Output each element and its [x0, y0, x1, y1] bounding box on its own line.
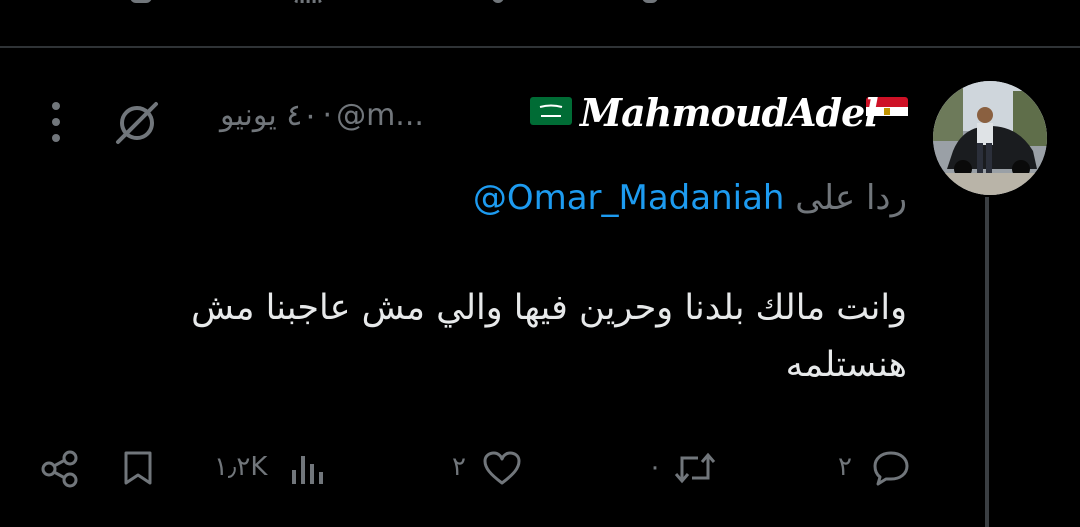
share-icon [40, 450, 80, 488]
retweet-icon [672, 450, 718, 486]
grok-icon[interactable] [114, 100, 160, 146]
tweet-text: وانت مالك بلدنا وحرين فيها والي مش عاجبن… [191, 288, 907, 385]
prev-action-icon[interactable] [492, 0, 504, 3]
retweet-count: ٠ [648, 452, 662, 482]
prev-action-icon[interactable] [642, 0, 658, 3]
display-name[interactable]: MahmoudAdel [580, 90, 879, 135]
reply-count: ٢ [838, 452, 852, 482]
tweet-divider [0, 46, 1080, 48]
prev-action-icon[interactable] [130, 0, 152, 3]
handle[interactable]: @m... [336, 98, 424, 133]
replying-prefix: ردا على [795, 178, 907, 218]
retweet-button[interactable]: ٠ [648, 448, 728, 488]
meta-separator: · [322, 98, 333, 133]
views-button[interactable]: ١٫٢K [214, 448, 334, 488]
thread-line [985, 197, 989, 527]
prev-views-icon[interactable] [292, 0, 324, 3]
bookmark-icon [122, 450, 154, 486]
more-vertical-icon[interactable] [46, 100, 66, 144]
like-icon [482, 450, 522, 486]
reply-button[interactable]: ٢ [838, 448, 918, 488]
like-button[interactable]: ٢ [452, 448, 532, 488]
bookmark-button[interactable] [118, 448, 158, 488]
previous-tweet-actions [0, 0, 1080, 6]
views-count: ١٫٢K [214, 452, 268, 482]
reply-icon [872, 450, 910, 486]
avatar[interactable] [933, 81, 1047, 195]
views-icon [290, 452, 326, 486]
saudi-flag-icon [530, 97, 572, 125]
date[interactable]: ٤٠ يونيو [220, 98, 319, 133]
replying-to: ردا على @Omar_Madaniah [473, 178, 907, 218]
replying-handle[interactable]: @Omar_Madaniah [473, 178, 785, 218]
tweet-meta: ٤٠ يونيو · @m... [220, 98, 424, 133]
share-button[interactable] [40, 448, 84, 488]
like-count: ٢ [452, 452, 466, 482]
